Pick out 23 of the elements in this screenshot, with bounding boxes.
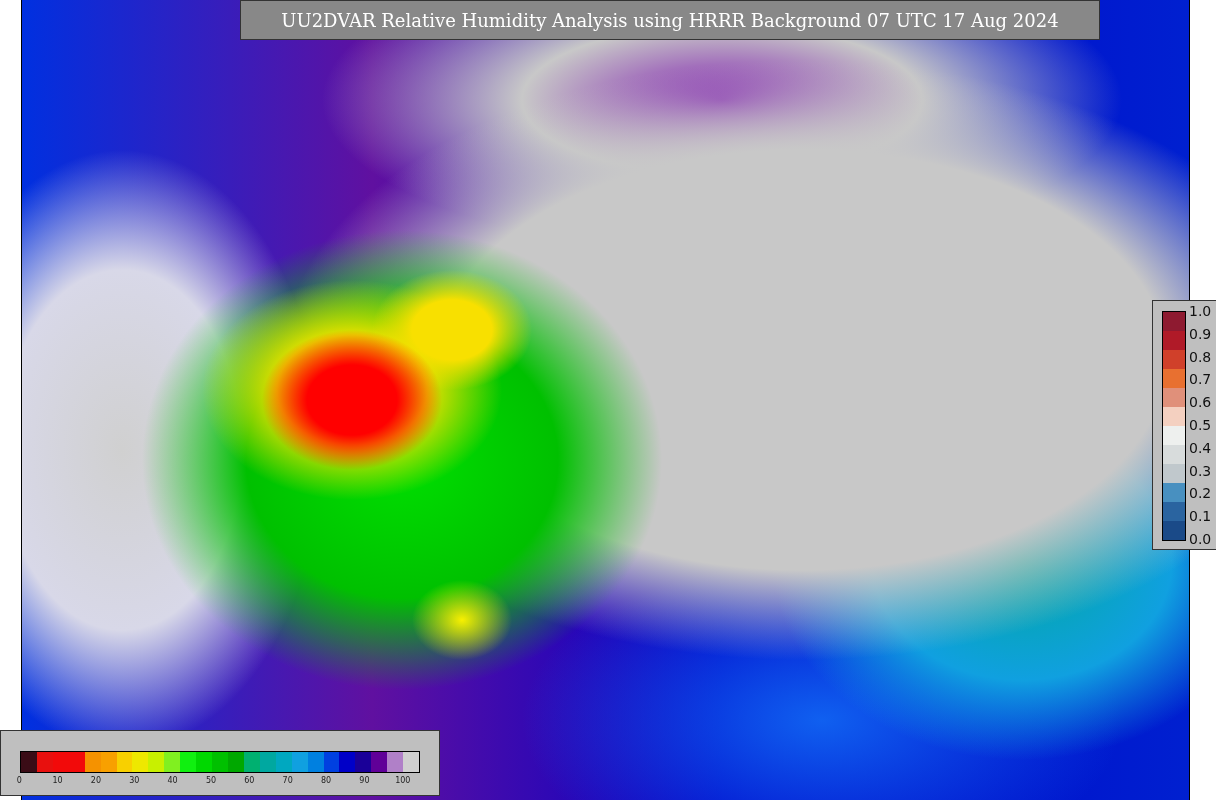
tick-label: 80 [319,776,333,785]
tick-label: 0.9 [1189,325,1212,342]
tick-label: 1.0 [1189,303,1212,319]
tick-label: 0.0 [1189,530,1212,547]
map-title: UU2DVAR Relative Humidity Analysis using HRRR Background 07 UTC 17 Aug 2024 [240,0,1100,40]
tick-label: 100 [394,776,412,785]
tick-label: 50 [204,776,218,785]
tick-label: 0.3 [1189,462,1212,479]
tick-label: 0.5 [1189,417,1212,433]
tick-label: 0.4 [1189,439,1212,456]
tick-label: 30 [128,776,141,785]
tick-label: 0.2 [1189,485,1212,502]
tick-label: 70 [281,776,294,785]
tick-label: 0 [15,776,23,785]
tick-label: 60 [243,776,256,785]
tick-label: 0.1 [1189,508,1212,525]
tick-label: 0.7 [1189,371,1212,388]
tick-label: 0.6 [1189,394,1212,411]
tick-label: 0.8 [1189,348,1212,365]
tick-label: 20 [89,776,102,785]
tick-label: 40 [166,776,179,785]
tick-label: 10 [51,776,64,785]
tick-label: 90 [358,776,371,785]
